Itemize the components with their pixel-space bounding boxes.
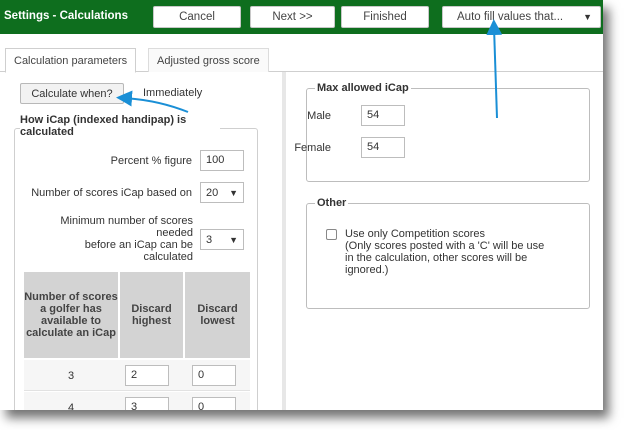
row-scores-cell: 3 <box>67 369 75 382</box>
min-scores-label-line4: calculated <box>143 251 193 263</box>
tab-bar: Calculation parameters Adjusted gross sc… <box>0 34 603 73</box>
title-bar: Settings - Calculations Cancel Next >> F… <box>0 0 603 34</box>
settings-window: Settings - Calculations Cancel Next >> F… <box>0 0 603 410</box>
table-row: 4 3 0 <box>24 392 250 410</box>
tab-adjusted-gross-score[interactable]: Adjusted gross score <box>148 48 269 72</box>
male-max-field[interactable]: 54 <box>361 105 405 126</box>
other-legend: Other <box>315 197 349 209</box>
autofill-dropdown[interactable]: Auto fill values that... ▼ <box>442 6 601 28</box>
discard-highest-input[interactable]: 3 <box>125 397 169 410</box>
table-header-discard-highest: Discard highest <box>120 272 183 358</box>
table-header-discard-lowest: Discard lowest <box>185 272 250 358</box>
competition-scores-checkbox[interactable] <box>326 229 337 240</box>
min-scores-label-line3: before an iCap can be <box>84 239 193 251</box>
table-row: 3 2 0 <box>24 360 250 391</box>
icap-section-title: How iCap (indexed handipap) is calculate… <box>20 114 220 138</box>
left-pane: Calculate when? Immediately How iCap (in… <box>0 72 280 410</box>
max-icap-legend: Max allowed iCap <box>315 82 411 94</box>
percent-field[interactable]: 100 <box>200 150 244 171</box>
calculate-when-button[interactable]: Calculate when? <box>20 83 124 104</box>
max-icap-group <box>306 88 590 182</box>
min-scores-label-line2: needed <box>156 227 193 239</box>
chevron-down-icon: ▼ <box>229 234 238 245</box>
tab-calculation-parameters[interactable]: Calculation parameters <box>5 48 137 73</box>
percent-label: Percent % figure <box>110 155 192 167</box>
min-scores-select[interactable]: 3 ▼ <box>200 229 244 250</box>
discard-lowest-input[interactable]: 0 <box>192 397 236 410</box>
discard-highest-input[interactable]: 2 <box>125 365 169 386</box>
num-scores-value: 20 <box>206 186 219 199</box>
num-scores-select[interactable]: 20 ▼ <box>200 182 244 203</box>
calculate-when-value: Immediately <box>143 87 203 99</box>
table-header-scores-available: Number of scores a golfer has available … <box>24 272 118 358</box>
competition-note-line3: ignored.) <box>345 264 389 276</box>
competition-note-line1: (Only scores posted with a 'C' will be u… <box>345 240 545 252</box>
min-scores-value: 3 <box>206 233 213 246</box>
min-scores-label-line1: Minimum number of scores <box>60 215 193 227</box>
row-scores-cell: 4 <box>67 401 75 411</box>
next-button[interactable]: Next >> <box>250 6 335 28</box>
competition-note-line2: in the calculation, other scores will be <box>345 252 528 264</box>
male-label: Male <box>307 110 331 122</box>
cancel-button[interactable]: Cancel <box>153 6 241 28</box>
chevron-down-icon: ▼ <box>583 12 592 22</box>
female-max-field[interactable]: 54 <box>361 137 405 158</box>
autofill-label: Auto fill values that... <box>457 11 564 23</box>
female-label: Female <box>294 142 331 154</box>
pane-divider[interactable] <box>282 72 286 410</box>
chevron-down-icon: ▼ <box>229 187 238 198</box>
window-title: Settings - Calculations <box>4 10 128 22</box>
finished-button[interactable]: Finished <box>341 6 429 28</box>
competition-scores-label: Use only Competition scores <box>345 228 486 240</box>
discard-lowest-input[interactable]: 0 <box>192 365 236 386</box>
num-scores-label: Number of scores iCap based on <box>31 187 192 199</box>
